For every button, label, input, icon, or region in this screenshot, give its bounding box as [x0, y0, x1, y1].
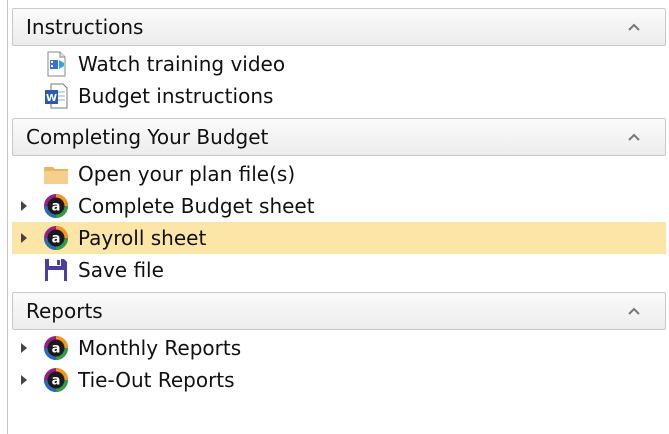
expand-arrow-icon[interactable]	[21, 375, 27, 385]
item-watch-training-video[interactable]: Watch training video	[12, 48, 666, 80]
expand-arrow-icon[interactable]	[21, 201, 27, 211]
chevron-up-icon[interactable]	[627, 132, 641, 142]
section-header-completing-your-budget[interactable]: Completing Your Budget	[12, 118, 666, 156]
item-label: Open your plan file(s)	[78, 162, 296, 186]
svg-text:a: a	[52, 232, 61, 247]
item-complete-budget-sheet[interactable]: a Complete Budget sheet	[12, 190, 666, 222]
section-items: a Monthly Reports a Tie-Out Reports	[12, 330, 666, 398]
chevron-up-icon[interactable]	[627, 22, 641, 32]
item-label: Save file	[78, 258, 164, 282]
item-budget-instructions[interactable]: W Budget instructions	[12, 80, 666, 112]
section-items: Open your plan file(s) a Complete Budget…	[12, 156, 666, 288]
section-reports: Reports a Monthly Reports a Tie-Out Repo…	[12, 292, 666, 398]
svg-text:a: a	[52, 342, 61, 357]
svg-text:a: a	[52, 200, 61, 215]
app-logo-icon: a	[44, 226, 68, 250]
section-title: Instructions	[26, 15, 144, 39]
item-label: Budget instructions	[78, 84, 274, 108]
item-payroll-sheet[interactable]: a Payroll sheet	[12, 222, 666, 254]
item-tie-out-reports[interactable]: a Tie-Out Reports	[12, 364, 666, 396]
panel-left-border	[7, 0, 8, 434]
item-open-plan-files[interactable]: Open your plan file(s)	[12, 158, 666, 190]
section-items: Watch training video W Budget instructio…	[12, 46, 666, 114]
app-logo-icon: a	[44, 336, 68, 360]
item-label: Payroll sheet	[78, 226, 207, 250]
item-label: Monthly Reports	[78, 336, 242, 360]
app-logo-icon: a	[44, 194, 68, 218]
svg-text:a: a	[52, 374, 61, 389]
section-title: Completing Your Budget	[26, 125, 269, 149]
item-label: Watch training video	[78, 52, 286, 76]
expand-arrow-icon[interactable]	[21, 233, 27, 243]
media-file-icon	[47, 51, 66, 77]
svg-text:W: W	[46, 93, 57, 104]
item-label: Complete Budget sheet	[78, 194, 315, 218]
expand-arrow-icon[interactable]	[21, 343, 27, 353]
section-instructions: Instructions Watch training video W Budg…	[12, 8, 666, 114]
folder-icon	[44, 167, 68, 184]
section-header-reports[interactable]: Reports	[12, 292, 666, 330]
section-completing-your-budget: Completing Your Budget Open your plan fi…	[12, 118, 666, 288]
app-logo-icon: a	[44, 368, 68, 392]
task-panel: Instructions Watch training video W Budg…	[12, 8, 666, 398]
item-monthly-reports[interactable]: a Monthly Reports	[12, 332, 666, 364]
word-document-icon: W	[45, 83, 68, 109]
section-header-instructions[interactable]: Instructions	[12, 8, 666, 46]
chevron-up-icon[interactable]	[627, 306, 641, 316]
item-save-file[interactable]: Save file	[12, 254, 666, 286]
floppy-disk-icon	[45, 259, 67, 281]
section-title: Reports	[26, 299, 103, 323]
item-label: Tie-Out Reports	[78, 368, 235, 392]
